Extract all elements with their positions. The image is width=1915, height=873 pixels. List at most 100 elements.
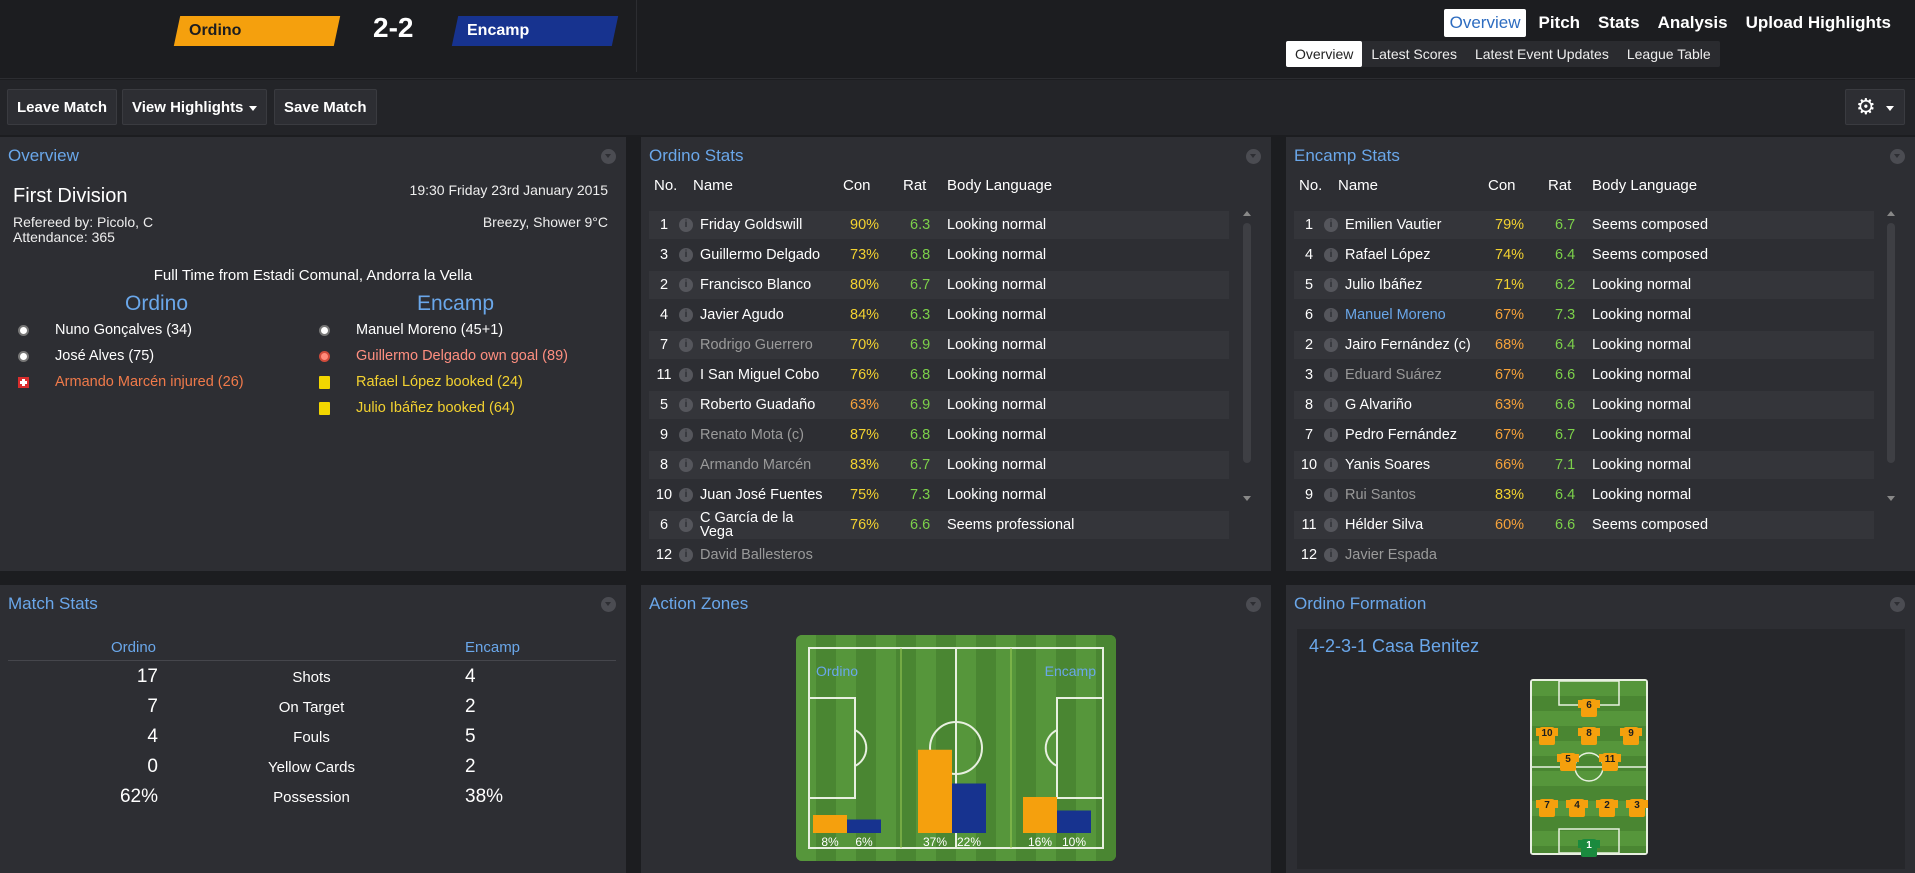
collapse-icon[interactable]	[1890, 149, 1905, 164]
info-icon[interactable]: i	[1324, 368, 1338, 382]
player-name[interactable]: Eduard Suárez	[1345, 361, 1442, 389]
info-icon[interactable]: i	[679, 248, 693, 262]
player-name[interactable]: Pedro Fernández	[1345, 421, 1457, 449]
save-match-button[interactable]: Save Match	[274, 89, 377, 125]
info-icon[interactable]: i	[1324, 398, 1338, 412]
player-row[interactable]: 10 i Juan José Fuentes 75% 7.3 Looking normal	[649, 481, 1229, 509]
player-name[interactable]: Yanis Soares	[1345, 451, 1430, 479]
col-name[interactable]: Name	[693, 177, 733, 194]
col-body-language[interactable]: Body Language	[1592, 177, 1697, 194]
nav-analysis[interactable]: Analysis	[1652, 9, 1734, 37]
player-name[interactable]: C García de la Vega	[700, 511, 820, 540]
settings-button[interactable]: ⚙	[1845, 89, 1905, 125]
col-no[interactable]: No.	[1299, 177, 1322, 194]
away-team-badge[interactable]: Encamp	[451, 16, 619, 46]
scroll-down-icon[interactable]	[1887, 496, 1895, 501]
info-icon[interactable]: i	[1324, 458, 1338, 472]
info-icon[interactable]: i	[679, 548, 693, 562]
player-name[interactable]: Rodrigo Guerrero	[700, 331, 813, 359]
player-row[interactable]: 7 i Pedro Fernández 67% 6.7 Looking normal	[1294, 421, 1874, 449]
player-row[interactable]: 12 i Javier Espada	[1294, 541, 1874, 569]
formation-player[interactable]: 3	[1626, 797, 1648, 817]
scrollbar[interactable]	[1243, 211, 1251, 501]
player-row[interactable]: 4 i Rafael López 74% 6.4 Seems composed	[1294, 241, 1874, 269]
player-row[interactable]: 3 i Guillermo Delgado 73% 6.8 Looking normal	[649, 241, 1229, 269]
player-name[interactable]: Armando Marcén	[700, 451, 811, 479]
info-icon[interactable]: i	[1324, 428, 1338, 442]
player-name[interactable]: Hélder Silva	[1345, 511, 1423, 539]
player-row[interactable]: 10 i Yanis Soares 66% 7.1 Looking normal	[1294, 451, 1874, 479]
formation-player[interactable]: 1	[1578, 837, 1600, 857]
nav-overview[interactable]: Overview	[1443, 9, 1527, 37]
player-row[interactable]: 11 i I San Miguel Cobo 76% 6.8 Looking normal	[649, 361, 1229, 389]
player-name[interactable]: Francisco Blanco	[700, 271, 811, 299]
scroll-up-icon[interactable]	[1887, 211, 1895, 216]
scroll-up-icon[interactable]	[1243, 211, 1251, 216]
col-no[interactable]: No.	[654, 177, 677, 194]
formation-player[interactable]: 4	[1566, 797, 1588, 817]
player-row[interactable]: 3 i Eduard Suárez 67% 6.6 Looking normal	[1294, 361, 1874, 389]
col-con[interactable]: Con	[843, 177, 871, 194]
formation-player[interactable]: 6	[1578, 697, 1600, 717]
player-name[interactable]: Rui Santos	[1345, 481, 1416, 509]
info-icon[interactable]: i	[679, 218, 693, 232]
player-row[interactable]: 5 i Julio Ibáñez 71% 6.2 Looking normal	[1294, 271, 1874, 299]
player-name[interactable]: Manuel Moreno	[1345, 301, 1446, 329]
col-name[interactable]: Name	[1338, 177, 1378, 194]
subnav-latest-event-updates[interactable]: Latest Event Updates	[1466, 41, 1618, 67]
player-name[interactable]: Javier Espada	[1345, 541, 1437, 569]
player-name[interactable]: Roberto Guadaño	[700, 391, 815, 419]
subnav-league-table[interactable]: League Table	[1618, 41, 1720, 67]
collapse-icon[interactable]	[1246, 597, 1261, 612]
formation-player[interactable]: 5	[1557, 751, 1579, 771]
scroll-down-icon[interactable]	[1243, 496, 1251, 501]
player-row[interactable]: 8 i Armando Marcén 83% 6.7 Looking normal	[649, 451, 1229, 479]
formation-player[interactable]: 11	[1599, 751, 1621, 771]
player-name[interactable]: Rafael López	[1345, 241, 1430, 269]
info-icon[interactable]: i	[679, 368, 693, 382]
player-row[interactable]: 1 i Emilien Vautier 79% 6.7 Seems composed	[1294, 211, 1874, 239]
player-name[interactable]: Friday Goldswill	[700, 211, 802, 239]
info-icon[interactable]: i	[1324, 278, 1338, 292]
col-rat[interactable]: Rat	[1548, 177, 1571, 194]
player-row[interactable]: 11 i Hélder Silva 60% 6.6 Seems composed	[1294, 511, 1874, 539]
player-name[interactable]: Juan José Fuentes	[700, 481, 823, 509]
player-name[interactable]: Guillermo Delgado	[700, 241, 820, 269]
subnav-latest-scores[interactable]: Latest Scores	[1362, 41, 1466, 67]
leave-match-button[interactable]: Leave Match	[7, 89, 118, 125]
info-icon[interactable]: i	[679, 458, 693, 472]
player-name[interactable]: Javier Agudo	[700, 301, 784, 329]
collapse-icon[interactable]	[601, 597, 616, 612]
player-name[interactable]: Jairo Fernández (c)	[1345, 331, 1471, 359]
info-icon[interactable]: i	[1324, 308, 1338, 322]
player-row[interactable]: 1 i Friday Goldswill 90% 6.3 Looking normal	[649, 211, 1229, 239]
formation-player[interactable]: 7	[1536, 797, 1558, 817]
player-name[interactable]: Emilien Vautier	[1345, 211, 1441, 239]
player-row[interactable]: 9 i Renato Mota (c) 87% 6.8 Looking normal	[649, 421, 1229, 449]
scroll-thumb[interactable]	[1887, 223, 1895, 463]
view-highlights-button[interactable]: View Highlights	[122, 89, 268, 125]
player-row[interactable]: 6i C García de la Vega 76% 6.6 Seems profess…	[649, 511, 1229, 539]
info-icon[interactable]: i	[679, 338, 693, 352]
formation-name[interactable]: 4-2-3-1 Casa Benitez	[1309, 636, 1479, 657]
collapse-icon[interactable]	[1246, 149, 1261, 164]
formation-player[interactable]: 9	[1620, 725, 1642, 745]
info-icon[interactable]: i	[679, 488, 693, 502]
info-icon[interactable]: i	[679, 398, 693, 412]
player-row[interactable]: 8i G Alvariño 63% 6.6 Looking normal	[1294, 391, 1874, 419]
info-icon[interactable]: i	[1324, 548, 1338, 562]
scrollbar[interactable]	[1887, 211, 1895, 501]
formation-player[interactable]: 2	[1596, 797, 1618, 817]
info-icon[interactable]: i	[679, 278, 693, 292]
player-row[interactable]: 7 i Rodrigo Guerrero 70% 6.9 Looking normal	[649, 331, 1229, 359]
player-name[interactable]: Julio Ibáñez	[1345, 271, 1422, 299]
info-icon[interactable]: i	[1324, 488, 1338, 502]
scroll-thumb[interactable]	[1243, 223, 1251, 463]
info-icon[interactable]: i	[679, 518, 693, 532]
info-icon[interactable]: i	[1324, 218, 1338, 232]
player-name[interactable]: G Alvariño	[1345, 391, 1412, 419]
player-name[interactable]: Renato Mota (c)	[700, 421, 804, 449]
info-icon[interactable]: i	[679, 308, 693, 322]
col-rat[interactable]: Rat	[903, 177, 926, 194]
collapse-icon[interactable]	[601, 149, 616, 164]
